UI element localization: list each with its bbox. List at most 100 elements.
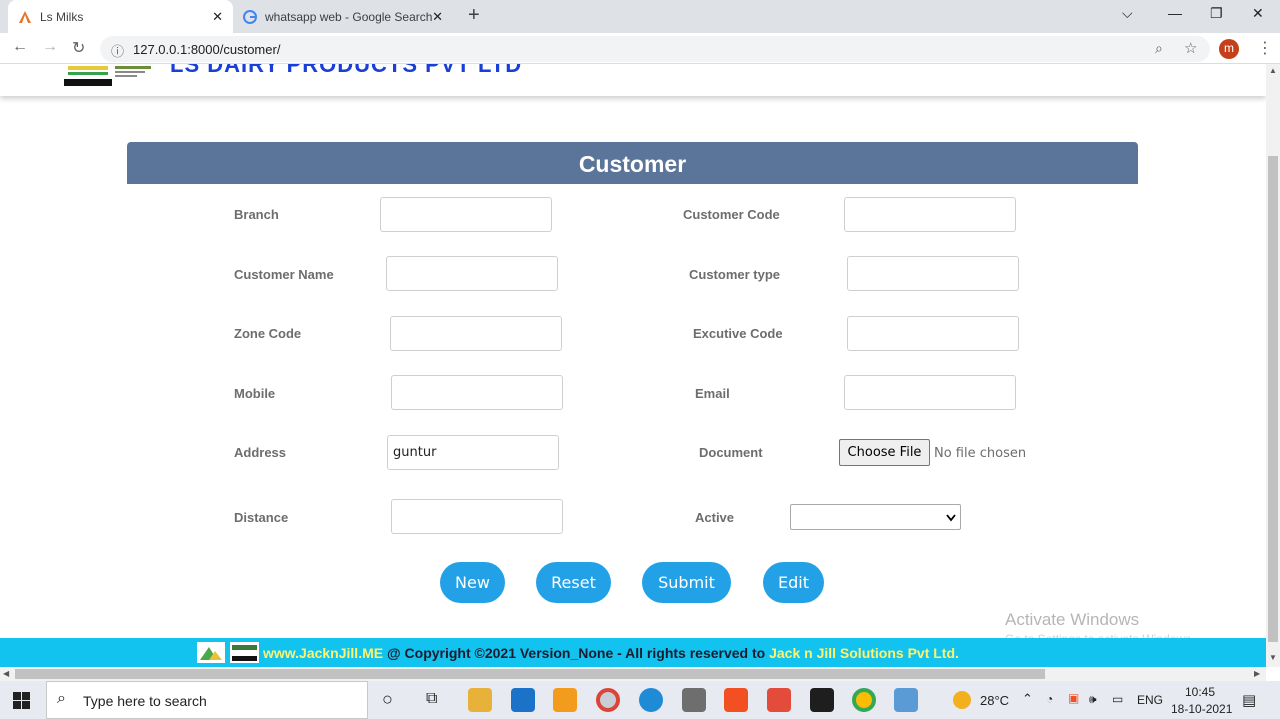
branch-input[interactable] xyxy=(380,197,552,232)
branch-label: Branch xyxy=(234,207,279,222)
xampp-icon[interactable] xyxy=(724,688,748,712)
customer-type-label: Customer type xyxy=(689,267,781,282)
distance-label: Distance xyxy=(234,510,289,525)
url-text: 127.0.0.1:8000/customer/ xyxy=(133,42,281,57)
cortana-icon[interactable]: ○ xyxy=(382,689,393,710)
mobile-input[interactable] xyxy=(391,375,563,410)
customer-code-input[interactable] xyxy=(844,197,1016,232)
tab-google-search[interactable]: whatsapp web - Google Search ✕ xyxy=(235,0,455,33)
reload-icon[interactable]: ↻ xyxy=(72,38,85,58)
edge-icon[interactable] xyxy=(639,688,663,712)
new-tab-icon[interactable]: + xyxy=(468,4,480,27)
clock-date[interactable]: 18-10-2021 xyxy=(1171,702,1232,716)
edit-button[interactable]: Edit xyxy=(763,562,824,603)
ls-dairy-logo xyxy=(115,66,151,77)
chrome-icon-2[interactable] xyxy=(852,688,876,712)
new-button[interactable]: New xyxy=(440,562,505,603)
chrome-icon[interactable] xyxy=(596,688,620,712)
wifi-icon[interactable]: ◔ xyxy=(1046,692,1053,706)
tab-title: whatsapp web - Google Search xyxy=(265,9,433,24)
file-explorer-icon[interactable] xyxy=(468,688,492,712)
zoom-icon[interactable]: ⌕ xyxy=(1155,40,1163,57)
site-header: LS DAIRY PRODUCTS PVT LTD xyxy=(0,64,1266,96)
volume-icon[interactable]: 🕪 xyxy=(1089,692,1097,707)
notepad-icon[interactable] xyxy=(894,688,918,712)
reset-button[interactable]: Reset xyxy=(536,562,611,603)
activate-windows-watermark: Activate Windows xyxy=(1005,610,1140,629)
email-label: Email xyxy=(695,386,730,401)
weather-icon[interactable] xyxy=(953,691,971,709)
task-view-icon[interactable]: ⧉ xyxy=(426,690,437,708)
browser-menu-icon[interactable]: ⋮ xyxy=(1257,38,1273,58)
distance-input[interactable] xyxy=(391,499,563,534)
horizontal-scroll-thumb[interactable] xyxy=(15,669,1045,679)
zone-code-label: Zone Code xyxy=(234,326,302,341)
close-tab-icon[interactable]: ✕ xyxy=(432,9,443,25)
site-footer: www.JacknJill.ME @ Copyright ©2021 Versi… xyxy=(0,638,1266,667)
close-window-icon[interactable]: ✕ xyxy=(1252,5,1264,22)
google-favicon-icon xyxy=(243,9,257,24)
footer-copyright: @ Copyright ©2021 Version_None - All rig… xyxy=(386,645,766,661)
vertical-scroll-thumb[interactable] xyxy=(1268,156,1278,642)
taskbar-search-placeholder: Type here to search xyxy=(83,693,207,709)
active-select[interactable] xyxy=(790,504,961,530)
footer-company: Jack n Jill Solutions Pvt Ltd. xyxy=(769,645,959,661)
browser-toolbar: ← → ↻ ⓘ 127.0.0.1:8000/customer/ ⌕ ☆ m ⋮ xyxy=(0,33,1280,64)
horizontal-scrollbar[interactable]: ◀ ▶ xyxy=(0,667,1266,681)
address-bar[interactable]: ⓘ 127.0.0.1:8000/customer/ ⌕ ☆ xyxy=(100,36,1210,62)
scroll-right-icon[interactable]: ▶ xyxy=(1254,669,1260,678)
footer-logo-1 xyxy=(197,642,225,663)
bookmark-star-icon[interactable]: ☆ xyxy=(1184,39,1197,57)
zone-code-input[interactable] xyxy=(390,316,562,351)
email-input[interactable] xyxy=(844,375,1016,410)
vertical-scrollbar[interactable]: ▲ ▼ xyxy=(1266,64,1280,667)
excutive-code-input[interactable] xyxy=(847,316,1019,351)
forward-icon[interactable]: → xyxy=(42,38,58,56)
scroll-up-icon[interactable]: ▲ xyxy=(1269,66,1277,75)
back-icon[interactable]: ← xyxy=(12,38,28,56)
temperature-text: 28°C xyxy=(980,693,1010,708)
tab-search-chevron-icon[interactable]: ⌵ xyxy=(1122,5,1133,22)
tab-ls-milks[interactable]: Ls Milks ✕ xyxy=(8,0,233,33)
tab-title: Ls Milks xyxy=(40,9,84,24)
customer-code-label: Customer Code xyxy=(683,207,780,222)
tray-chevron-up-icon[interactable]: ⌃ xyxy=(1022,691,1033,707)
footer-logo-2 xyxy=(230,642,259,663)
submit-button[interactable]: Submit xyxy=(642,562,731,603)
mobile-label: Mobile xyxy=(234,386,276,401)
clock-time[interactable]: 10:45 xyxy=(1185,685,1215,699)
git-icon[interactable] xyxy=(767,688,791,712)
address-input[interactable] xyxy=(387,435,559,470)
choose-file-button[interactable]: Choose File xyxy=(839,439,930,466)
mail-icon[interactable] xyxy=(511,688,535,712)
minimize-icon[interactable]: — xyxy=(1168,5,1182,21)
footer-site-link[interactable]: www.JacknJill.ME xyxy=(263,645,383,661)
page-viewport: LS DAIRY PRODUCTS PVT LTD Customer Branc… xyxy=(0,64,1266,667)
site-info-icon[interactable]: ⓘ xyxy=(111,41,124,60)
customer-type-input[interactable] xyxy=(847,256,1019,291)
taskbar-search-box[interactable]: ⌕ Type here to search xyxy=(46,681,368,719)
language-indicator[interactable]: ENG xyxy=(1137,693,1163,707)
windows-start-icon[interactable] xyxy=(13,692,30,709)
browser-tab-strip: Ls Milks ✕ whatsapp web - Google Search … xyxy=(0,0,1280,33)
document-label: Document xyxy=(699,445,763,460)
form-header: Customer xyxy=(127,142,1138,184)
close-tab-icon[interactable]: ✕ xyxy=(212,9,223,25)
sublime-text-icon[interactable] xyxy=(553,688,577,712)
scroll-left-icon[interactable]: ◀ xyxy=(3,669,9,678)
xampp-tray-icon[interactable]: ▣ xyxy=(1068,691,1079,705)
scroll-down-icon[interactable]: ▼ xyxy=(1269,653,1277,662)
notifications-icon[interactable]: ▤ xyxy=(1242,691,1256,709)
brand-name: LS DAIRY PRODUCTS PVT LTD xyxy=(170,64,523,77)
chevron-down-icon xyxy=(946,514,956,522)
active-label: Active xyxy=(695,510,735,525)
maximize-icon[interactable]: ❐ xyxy=(1210,5,1223,22)
battery-icon[interactable]: ▭ xyxy=(1112,692,1123,706)
address-label: Address xyxy=(234,445,287,460)
customer-name-label: Customer Name xyxy=(234,267,334,282)
customer-name-input[interactable] xyxy=(386,256,558,291)
profile-avatar[interactable]: m xyxy=(1219,39,1239,59)
store-icon[interactable] xyxy=(682,688,706,712)
search-icon: ⌕ xyxy=(57,690,66,707)
terminal-icon[interactable] xyxy=(810,688,834,712)
